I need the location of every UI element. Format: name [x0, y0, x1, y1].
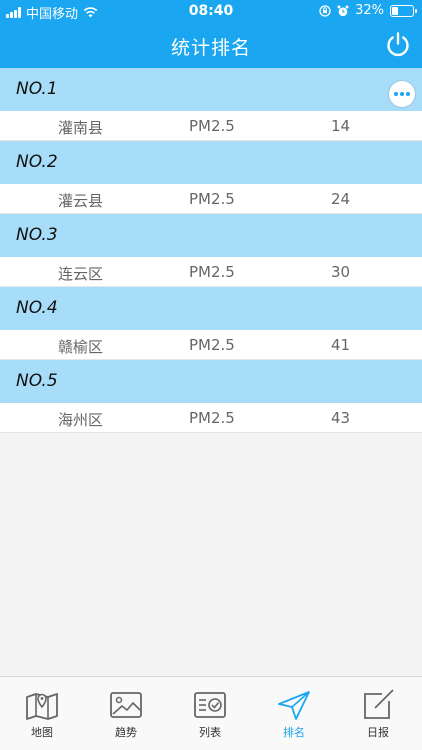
battery-icon — [390, 4, 417, 17]
power-icon[interactable] — [384, 30, 412, 58]
tab-daily-report[interactable]: 日报 — [336, 677, 420, 750]
ranking-row[interactable]: 灌南县 PM2.5 14 — [0, 111, 422, 141]
area-name: 连云区 — [58, 265, 104, 283]
ranking-row[interactable]: 灌云县 PM2.5 24 — [0, 184, 422, 214]
rank-header: NO.3 — [0, 214, 422, 257]
alarm-icon — [337, 5, 349, 16]
more-dot — [400, 92, 404, 96]
status-bar: 中国移动 08:40 32% — [0, 0, 422, 22]
rank-label: NO.2 — [16, 152, 58, 172]
pollutant-name: PM2.5 — [189, 409, 235, 427]
rank-label: NO.1 — [16, 79, 58, 99]
ranking-group: NO.1 灌南县 PM2.5 14 — [0, 68, 422, 141]
ranking-group: NO.4 赣榆区 PM2.5 41 — [0, 287, 422, 360]
pollutant-name: PM2.5 — [189, 336, 235, 354]
more-dot — [394, 92, 398, 96]
ranking-group: NO.3 连云区 PM2.5 30 — [0, 214, 422, 287]
pollutant-value: 24 — [331, 190, 351, 208]
list-check-icon — [194, 692, 226, 718]
ranking-row[interactable]: 赣榆区 PM2.5 41 — [0, 330, 422, 360]
more-button[interactable] — [389, 81, 415, 107]
send-icon — [278, 691, 310, 720]
area-name: 海州区 — [58, 411, 104, 429]
pollutant-name: PM2.5 — [189, 263, 235, 281]
pollutant-value: 43 — [331, 409, 351, 427]
battery-level — [392, 6, 399, 15]
edit-icon — [364, 689, 394, 719]
map-icon — [26, 693, 58, 720]
rank-header: NO.5 — [0, 360, 422, 403]
area-name: 灌云县 — [58, 192, 104, 210]
pollutant-value: 41 — [331, 336, 351, 354]
rank-header: NO.1 — [0, 68, 422, 111]
tab-label: 地图 — [31, 726, 53, 739]
tab-label: 排名 — [283, 726, 305, 739]
area-name: 赣榆区 — [58, 338, 104, 356]
tab-label: 日报 — [367, 726, 389, 739]
pollutant-value: 14 — [331, 117, 351, 135]
ranking-row[interactable]: 连云区 PM2.5 30 — [0, 257, 422, 287]
top-bar: 中国移动 08:40 32% 统计排名 — [0, 0, 422, 68]
tab-label: 列表 — [199, 726, 221, 739]
tab-map[interactable]: 地图 — [0, 677, 84, 750]
rank-label: NO.4 — [16, 298, 58, 318]
pollutant-value: 30 — [331, 263, 351, 281]
pollutant-name: PM2.5 — [189, 190, 235, 208]
rank-label: NO.3 — [16, 225, 58, 245]
rotation-lock-icon — [319, 4, 331, 17]
pollutant-name: PM2.5 — [189, 117, 235, 135]
image-icon — [110, 692, 142, 718]
tab-bar: 地图 趋势 列表 排名 日报 — [0, 676, 422, 750]
page-title: 统计排名 — [170, 37, 251, 59]
rank-header: NO.2 — [0, 141, 422, 184]
more-dot — [406, 92, 410, 96]
status-right: 32% — [319, 3, 417, 18]
tab-trend[interactable]: 趋势 — [84, 677, 168, 750]
tab-ranking[interactable]: 排名 — [252, 677, 336, 750]
rank-header: NO.4 — [0, 287, 422, 330]
ranking-row[interactable]: 海州区 PM2.5 43 — [0, 403, 422, 433]
ranking-list: NO.1 灌南县 PM2.5 14 NO.2 灌云县 PM2.5 24 NO.3… — [0, 68, 422, 433]
area-name: 灌南县 — [58, 119, 104, 137]
ranking-group: NO.5 海州区 PM2.5 43 — [0, 360, 422, 433]
rank-label: NO.5 — [16, 371, 58, 391]
ranking-group: NO.2 灌云县 PM2.5 24 — [0, 141, 422, 214]
tab-label: 趋势 — [115, 726, 137, 739]
battery-percent: 32% — [355, 3, 384, 18]
tab-list[interactable]: 列表 — [168, 677, 252, 750]
